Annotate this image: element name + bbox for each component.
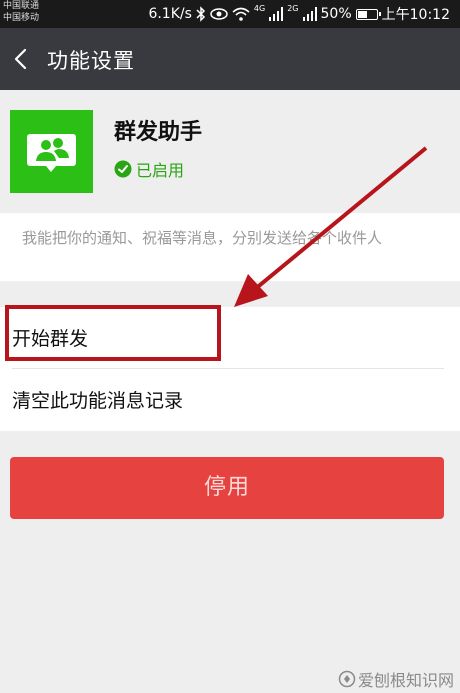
signal-icon [269, 7, 284, 21]
title-bar: 功能设置 [0, 28, 460, 90]
network-speed: 6.1K/s [148, 6, 192, 22]
carrier-2: 中国移动 [3, 13, 40, 23]
app-name: 群发助手 [114, 120, 203, 145]
annotation-highlight-box [5, 305, 221, 361]
battery-percent: 50% [320, 6, 352, 22]
description-text: 我能把你的通知、祝福等消息，分别发送给各个收件人 [22, 229, 383, 247]
eye-icon [210, 8, 228, 20]
network-type-1: 4G [253, 4, 266, 13]
network-type-2: 2G [287, 4, 299, 13]
carrier-1: 中国联通 [3, 1, 40, 11]
carrier-info: 中国联通 中国移动 [3, 0, 39, 24]
page-title: 功能设置 [47, 49, 135, 73]
disable-button[interactable]: 停用 [10, 457, 444, 519]
watermark-text: 爱刨根知识网 [357, 671, 454, 690]
wifi-icon [232, 7, 250, 21]
clear-history-item[interactable]: 清空此功能消息记录 [0, 369, 460, 431]
check-circle-icon [114, 160, 132, 178]
clock: 上午10:12 [381, 7, 450, 23]
status-text: 已启用 [136, 161, 185, 180]
watermark: 爱刨根知识网 [338, 667, 454, 691]
status-badge: 已启用 [114, 157, 184, 181]
group-chat-icon [27, 134, 76, 172]
list-item-label: 清空此功能消息记录 [12, 390, 184, 412]
back-arrow-icon[interactable] [11, 47, 33, 71]
description-card: 我能把你的通知、祝福等消息，分别发送给各个收件人 [0, 213, 460, 281]
list-divider [12, 368, 444, 369]
signal-icon [302, 7, 317, 21]
status-indicators: 6.1K/s 4G 2G 50% 上午10:12 [148, 4, 450, 24]
bluetooth-icon [196, 6, 205, 22]
battery-icon [355, 8, 381, 20]
watermark-logo-icon [338, 670, 356, 688]
app-icon [10, 110, 93, 193]
status-bar: 中国联通 中国移动 6.1K/s 4G 2G 50% 上午10:12 [0, 0, 460, 28]
